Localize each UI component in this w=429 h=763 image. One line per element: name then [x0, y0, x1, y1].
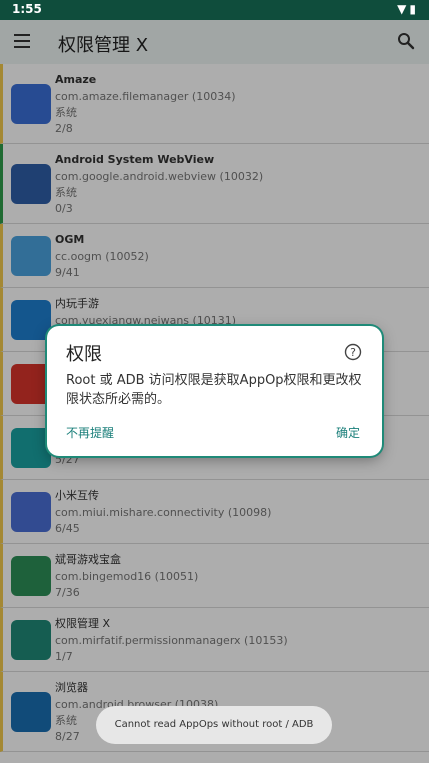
confirm-button[interactable]: 确定: [336, 424, 360, 441]
dialog-title: 权限: [66, 344, 102, 365]
status-icons: ▼▮: [397, 2, 419, 16]
toast-message: Cannot read AppOps without root / ADB: [96, 706, 332, 744]
help-icon[interactable]: ?: [344, 343, 362, 361]
permission-dialog: 权限 ? Root 或 ADB 访问权限是获取AppOp权限和更改权限状态所必需…: [47, 326, 382, 456]
status-bar: 1:55 ▼▮: [0, 0, 429, 20]
dialog-message: Root 或 ADB 访问权限是获取AppOp权限和更改权限状态所必需的。: [66, 373, 362, 407]
status-time: 1:55: [12, 2, 42, 16]
dont-remind-button[interactable]: 不再提醒: [66, 424, 114, 441]
svg-text:?: ?: [350, 346, 356, 359]
battery-icon: ▮: [409, 2, 419, 16]
wifi-icon: ▼: [397, 2, 410, 16]
